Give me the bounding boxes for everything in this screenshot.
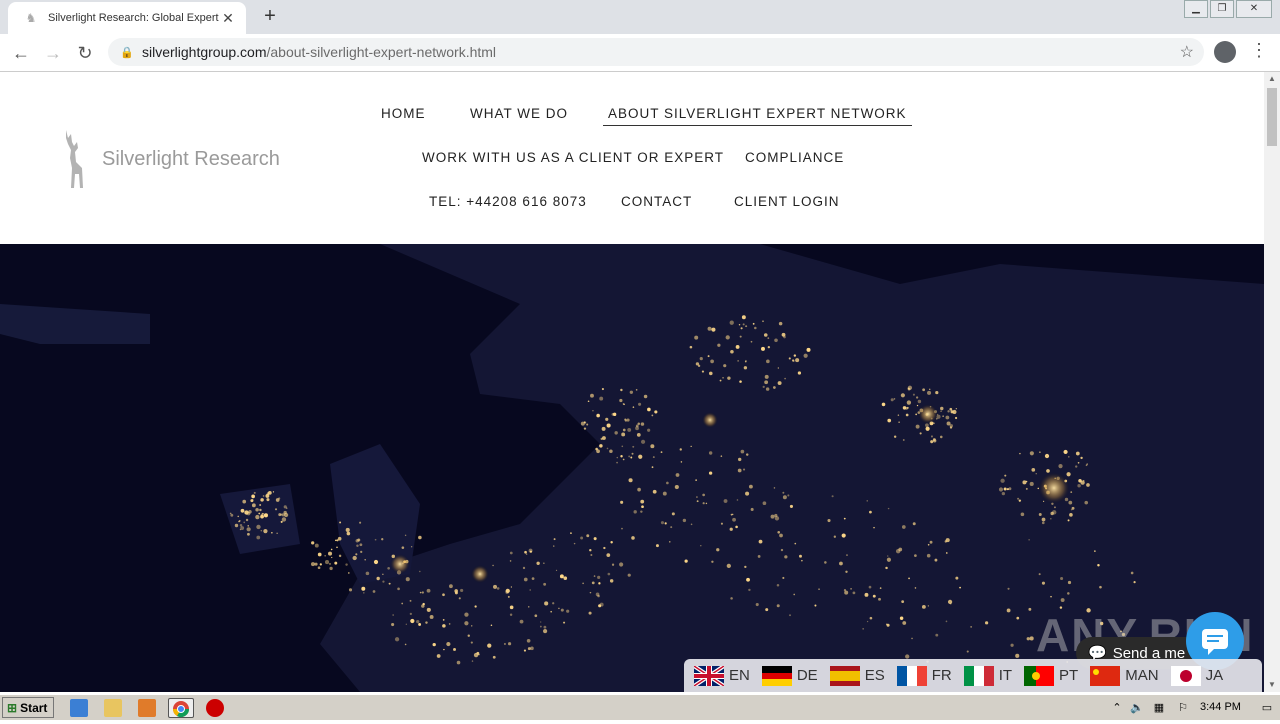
new-tab-button[interactable]: + bbox=[258, 4, 282, 28]
portugal-flag-icon bbox=[1024, 665, 1055, 686]
flag-notification-icon[interactable]: ⚐ bbox=[1176, 701, 1190, 715]
lang-man[interactable]: MAN bbox=[1090, 665, 1159, 686]
close-tab-icon[interactable]: ✕ bbox=[220, 10, 236, 27]
media-player-icon[interactable] bbox=[138, 699, 156, 717]
tab-strip: ♞ Silverlight Research: Global Expert N … bbox=[0, 0, 1280, 34]
minimize-icon[interactable]: ▁ bbox=[1184, 0, 1208, 18]
lock-icon: 🔒 bbox=[120, 46, 134, 59]
network-icon[interactable]: ▦ bbox=[1152, 701, 1166, 715]
uk-flag-icon bbox=[694, 665, 724, 686]
show-desktop-icon[interactable]: ▭ bbox=[1260, 701, 1274, 715]
browser-toolbar: ← → ↻ 🔒 silverlightgroup.com /about-silv… bbox=[0, 34, 1280, 72]
scroll-up-icon[interactable]: ▲ bbox=[1264, 72, 1280, 86]
nav-compliance[interactable]: COMPLIANCE bbox=[745, 150, 844, 165]
lang-code: DE bbox=[796, 667, 818, 684]
germany-flag-icon bbox=[761, 665, 792, 686]
windows-taskbar: ⊞ Start ⌃ 🔈 ▦ ⚐ 3:44 PM ▭ bbox=[0, 694, 1280, 720]
browser-tab[interactable]: ♞ Silverlight Research: Global Expert N … bbox=[8, 2, 246, 34]
italy-flag-icon bbox=[963, 665, 994, 686]
lang-de[interactable]: DE bbox=[761, 665, 818, 686]
tray-arrow-icon[interactable]: ⌃ bbox=[1110, 701, 1124, 715]
chrome-taskbar-button[interactable] bbox=[168, 698, 194, 718]
lang-pt[interactable]: PT bbox=[1024, 665, 1079, 686]
lang-code: EN bbox=[729, 667, 750, 684]
page-scrollbar[interactable]: ▲ ▼ bbox=[1264, 72, 1280, 692]
lang-code: FR bbox=[931, 667, 952, 684]
reload-icon[interactable]: ↻ bbox=[72, 40, 98, 66]
windows-logo-icon: ⊞ bbox=[7, 700, 18, 715]
restore-icon[interactable]: ❐ bbox=[1210, 0, 1234, 18]
nav-contact[interactable]: CONTACT bbox=[621, 194, 692, 209]
nav-work-with-us[interactable]: WORK WITH US AS A CLIENT OR EXPERT bbox=[422, 150, 724, 165]
back-icon[interactable]: ← bbox=[8, 40, 34, 66]
file-explorer-icon[interactable] bbox=[104, 699, 122, 717]
start-label: Start bbox=[20, 700, 48, 715]
forward-icon[interactable]: → bbox=[40, 40, 66, 66]
volume-icon[interactable]: 🔈 bbox=[1130, 701, 1144, 715]
lang-ja[interactable]: JA bbox=[1170, 665, 1224, 686]
internet-explorer-icon[interactable] bbox=[70, 699, 88, 717]
lang-code: JA bbox=[1205, 667, 1224, 684]
lang-code: ES bbox=[864, 667, 885, 684]
france-flag-icon bbox=[896, 665, 927, 686]
taskbar-clock: 3:44 PM bbox=[1200, 701, 1241, 713]
japan-flag-icon bbox=[1170, 665, 1201, 686]
web-page: Silverlight Research HOME WHAT WE DO ABO… bbox=[0, 72, 1264, 692]
tab-title: Silverlight Research: Global Expert N bbox=[48, 12, 220, 24]
lang-code: IT bbox=[998, 667, 1013, 684]
stag-favicon-icon: ♞ bbox=[25, 11, 37, 25]
language-bar: EN DE ES FR IT PT MAN JA bbox=[684, 659, 1262, 692]
lang-it[interactable]: IT bbox=[963, 665, 1013, 686]
nav-client-login[interactable]: CLIENT LOGIN bbox=[734, 194, 840, 209]
bookmark-star-icon[interactable]: ☆ bbox=[1180, 42, 1194, 62]
scroll-thumb[interactable] bbox=[1267, 88, 1277, 146]
stag-logo-icon bbox=[66, 130, 83, 188]
chrome-icon bbox=[172, 701, 190, 718]
address-bar[interactable]: 🔒 silverlightgroup.com /about-silverligh… bbox=[108, 38, 1204, 66]
lang-code: PT bbox=[1059, 667, 1079, 684]
site-logo[interactable]: Silverlight Research bbox=[62, 128, 280, 190]
china-flag-icon bbox=[1090, 665, 1121, 686]
start-button[interactable]: ⊞ Start bbox=[2, 697, 54, 718]
nav-what-we-do[interactable]: WHAT WE DO bbox=[470, 106, 568, 121]
lang-es[interactable]: ES bbox=[829, 665, 885, 686]
nav-telephone[interactable]: TEL: +44208 616 8073 bbox=[429, 194, 587, 209]
profile-avatar-icon[interactable] bbox=[1214, 41, 1236, 63]
url-host: silverlightgroup.com bbox=[142, 44, 267, 60]
nav-home[interactable]: HOME bbox=[381, 106, 426, 121]
spain-flag-icon bbox=[829, 665, 860, 686]
scroll-down-icon[interactable]: ▼ bbox=[1264, 678, 1280, 692]
url-path: /about-silverlight-expert-network.html bbox=[266, 44, 497, 60]
site-header: Silverlight Research HOME WHAT WE DO ABO… bbox=[0, 72, 1264, 244]
stop-icon[interactable] bbox=[206, 699, 224, 717]
close-window-icon[interactable]: ✕ bbox=[1236, 0, 1272, 18]
nav-about[interactable]: ABOUT SILVERLIGHT EXPERT NETWORK bbox=[603, 106, 912, 126]
lang-fr[interactable]: FR bbox=[896, 665, 952, 686]
lang-code: MAN bbox=[1125, 667, 1159, 684]
logo-text: Silverlight Research bbox=[102, 147, 280, 170]
browser-menu-icon[interactable]: ⋮ bbox=[1250, 40, 1268, 61]
lang-en[interactable]: EN bbox=[694, 665, 750, 686]
